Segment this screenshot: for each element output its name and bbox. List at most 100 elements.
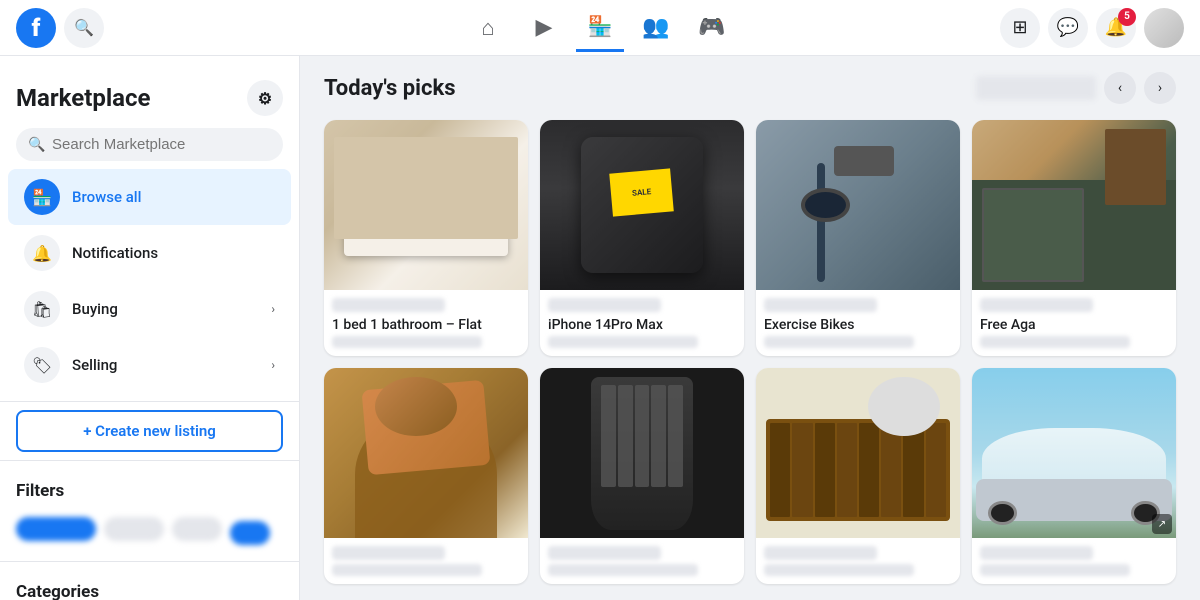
listing-image-iphone: SALE xyxy=(540,120,744,290)
listing-image-car: ↗ xyxy=(972,368,1176,538)
blurred-nav-text xyxy=(976,76,1096,100)
messenger-button[interactable]: 💬 xyxy=(1048,8,1088,48)
listing-sub-blur xyxy=(332,336,482,348)
notifications-badge: 5 xyxy=(1118,8,1136,26)
nav-search-button[interactable]: 🔍 xyxy=(64,8,104,48)
nav-gaming-button[interactable]: 🎮 xyxy=(688,4,736,52)
listing-info-aga: Free Aga xyxy=(972,290,1176,356)
divider xyxy=(0,401,299,402)
nav-right: ⊞ 💬 🔔 5 xyxy=(884,8,1184,48)
browse-all-icon: 🏪 xyxy=(24,179,60,215)
listing-info-flat: 1 bed 1 bathroom – Flat xyxy=(324,290,528,356)
filter-tags-container xyxy=(0,509,299,553)
browse-all-label: Browse all xyxy=(72,188,141,206)
listing-card-aga[interactable]: Free Aga xyxy=(972,120,1176,356)
filters-section-title: Filters xyxy=(0,469,299,509)
listing-sub-blur xyxy=(980,336,1130,348)
prev-arrow-button[interactable]: ‹ xyxy=(1104,72,1136,104)
nav-video-button[interactable]: ▶ xyxy=(520,4,568,52)
listings-grid-row2: ↗ xyxy=(324,368,1176,584)
selling-icon: 🏷 xyxy=(24,347,60,383)
listing-title-flat: 1 bed 1 bathroom – Flat xyxy=(332,316,520,334)
sidebar: Marketplace ⚙ 🔍 🏪 Browse all 🔔 Notificat… xyxy=(0,56,300,600)
filter-tag-4[interactable] xyxy=(230,521,270,545)
listing-card-bikes[interactable]: Exercise Bikes xyxy=(756,120,960,356)
home-icon: ⌂ xyxy=(481,15,494,41)
nav-center: ⌂ ▶ 🏪 👥 🎮 xyxy=(316,4,884,52)
listing-image-aga xyxy=(972,120,1176,290)
listing-info-bikes: Exercise Bikes xyxy=(756,290,960,356)
listing-image-bikes xyxy=(756,120,960,290)
nav-marketplace-button[interactable]: 🏪 xyxy=(576,4,624,52)
sidebar-item-selling[interactable]: 🏷 Selling › xyxy=(8,337,291,393)
create-new-listing-button[interactable]: + Create new listing xyxy=(16,410,283,452)
divider xyxy=(0,561,299,562)
phone-sticker: SALE xyxy=(610,168,675,216)
sidebar-item-notifications[interactable]: 🔔 Notifications xyxy=(8,225,291,281)
divider xyxy=(0,460,299,461)
next-arrow-button[interactable]: › xyxy=(1144,72,1176,104)
sidebar-item-buying[interactable]: 🛍 Buying › xyxy=(8,281,291,337)
main-content: Today's picks ‹ › 1 bed 1 bathroom – Fla… xyxy=(300,56,1200,600)
listing-image-chair xyxy=(324,368,528,538)
notifications-button[interactable]: 🔔 5 xyxy=(1096,8,1136,48)
listing-price-blur xyxy=(332,546,445,560)
listing-info-car xyxy=(972,538,1176,584)
listing-card-car[interactable]: ↗ xyxy=(972,368,1176,584)
listing-card-sculpture[interactable] xyxy=(540,368,744,584)
gear-icon: ⚙ xyxy=(258,89,272,108)
listing-sub-blur xyxy=(764,336,914,348)
search-icon: 🔍 xyxy=(74,18,94,37)
facebook-logo[interactable]: f xyxy=(16,8,56,48)
search-marketplace-input[interactable] xyxy=(16,128,283,161)
listings-grid-row1: 1 bed 1 bathroom – Flat SALE iPhone 14Pr… xyxy=(324,120,1176,356)
listing-card-iphone[interactable]: SALE iPhone 14Pro Max xyxy=(540,120,744,356)
buying-icon: 🛍 xyxy=(24,291,60,327)
chevron-right-icon: › xyxy=(271,302,275,316)
listing-card-flat[interactable]: 1 bed 1 bathroom – Flat xyxy=(324,120,528,356)
listing-card-bedframe[interactable] xyxy=(756,368,960,584)
listing-sub-blur xyxy=(764,564,914,576)
listing-card-chair[interactable] xyxy=(324,368,528,584)
filter-tag-2[interactable] xyxy=(104,517,164,541)
sidebar-title: Marketplace ⚙ xyxy=(0,72,299,128)
search-marketplace-container: 🔍 xyxy=(16,128,283,161)
listing-price-blur xyxy=(980,298,1093,312)
listing-sub-blur xyxy=(980,564,1130,576)
listing-info-bedframe xyxy=(756,538,960,584)
listing-price-blur xyxy=(548,298,661,312)
top-navigation: f 🔍 ⌂ ▶ 🏪 👥 🎮 ⊞ 💬 🔔 5 xyxy=(0,0,1200,56)
listing-info-chair xyxy=(324,538,528,584)
groups-icon: 👥 xyxy=(642,15,669,40)
listing-image-bedframe xyxy=(756,368,960,538)
categories-section-title: Categories xyxy=(0,570,299,600)
nav-home-button[interactable]: ⌂ xyxy=(464,4,512,52)
listing-title-aga: Free Aga xyxy=(980,316,1168,334)
video-icon: ▶ xyxy=(536,15,553,40)
buying-label: Buying xyxy=(72,300,118,318)
external-link-icon: ↗ xyxy=(1152,514,1172,534)
grid-icon: ⊞ xyxy=(1012,17,1027,38)
selling-label: Selling xyxy=(72,356,117,374)
sidebar-item-browse-all[interactable]: 🏪 Browse all xyxy=(8,169,291,225)
marketplace-icon: 🏪 xyxy=(588,14,613,38)
listing-price-blur xyxy=(764,546,877,560)
listing-sub-blur xyxy=(548,336,698,348)
search-icon: 🔍 xyxy=(28,137,45,153)
nav-left: f 🔍 xyxy=(16,8,316,48)
notifications-icon: 🔔 xyxy=(24,235,60,271)
gaming-icon: 🎮 xyxy=(698,15,725,40)
listing-sub-blur xyxy=(548,564,698,576)
filter-tag-3[interactable] xyxy=(172,517,222,541)
listing-price-blur xyxy=(548,546,661,560)
listing-title-bikes: Exercise Bikes xyxy=(764,316,952,334)
listing-image-sculpture xyxy=(540,368,744,538)
avatar-button[interactable] xyxy=(1144,8,1184,48)
nav-groups-button[interactable]: 👥 xyxy=(632,4,680,52)
section-navigation: ‹ › xyxy=(976,72,1176,104)
listing-info-iphone: iPhone 14Pro Max xyxy=(540,290,744,356)
grid-menu-button[interactable]: ⊞ xyxy=(1000,8,1040,48)
filter-tag-1[interactable] xyxy=(16,517,96,541)
listing-price-blur xyxy=(980,546,1093,560)
settings-gear-button[interactable]: ⚙ xyxy=(247,80,283,116)
